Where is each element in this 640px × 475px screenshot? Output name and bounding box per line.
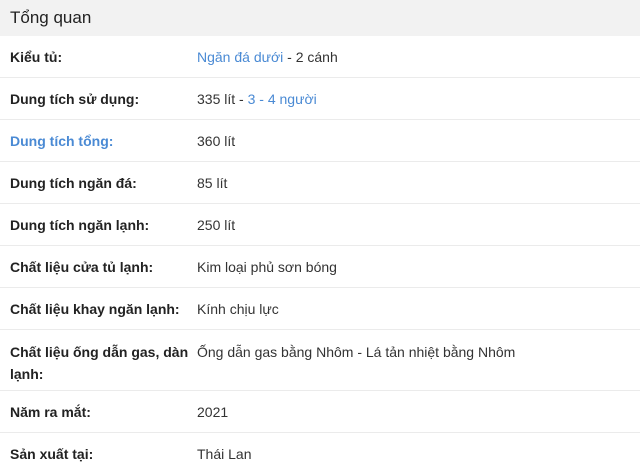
spec-value: 360 lít [197,133,236,149]
spec-label: Dung tích ngăn lạnh: [10,217,150,233]
spec-value: Kính chịu lực [197,301,279,317]
so-nguoi-link[interactable]: 3 - 4 người [248,91,317,107]
spec-label: Kiểu tủ: [10,49,63,65]
kieu-tu-link[interactable]: Ngăn đá dưới [197,49,283,65]
spec-value: Ngăn đá dưới - 2 cánh [195,36,640,77]
spec-value: 2021 [197,404,229,420]
spec-value: 250 lít [197,217,236,233]
spec-label: Dung tích ngăn đá: [10,175,137,191]
spec-label: Chất liệu khay ngăn lạnh: [10,301,180,317]
spec-value: 85 lít [197,175,228,191]
kieu-tu-rest: - 2 cánh [283,49,338,65]
spec-row-chat-lieu-ong-dan: Chất liệu ống dẫn gas, dàn lạnh: Ống dẫn… [0,330,640,391]
spec-label: Chất liệu cửa tủ lạnh: [10,259,154,275]
spec-row-nam-ra-mat: Năm ra mắt: 2021 [0,391,640,433]
dung-tich-tong-link[interactable]: Dung tích tổng: [0,120,195,161]
spec-row-dung-tich-tong: Dung tích tổng: 360 lít [0,120,640,162]
spec-value: Thái Lan [197,446,252,462]
spec-value: 335 lít - 3 - 4 người [195,78,640,119]
spec-label: Chất liệu ống dẫn gas, dàn lạnh: [10,344,189,382]
spec-value: Ống dẫn gas bằng Nhôm - Lá tản nhiệt bằn… [197,344,516,360]
spec-label: Sản xuất tại: [10,446,94,462]
spec-row-dung-tich-ngan-lanh: Dung tích ngăn lạnh: 250 lít [0,204,640,246]
spec-row-san-xuat-tai: Sản xuất tại: Thái Lan [0,433,640,475]
spec-label: Năm ra mắt: [10,404,91,420]
spec-label: Dung tích sử dụng: [10,91,140,107]
spec-row-dung-tich-su-dung: Dung tích sử dụng: 335 lít - 3 - 4 người [0,78,640,120]
spec-row-kieu-tu: Kiểu tủ: Ngăn đá dưới - 2 cánh [0,36,640,78]
spec-row-chat-lieu-khay: Chất liệu khay ngăn lạnh: Kính chịu lực [0,288,640,330]
spec-row-chat-lieu-cua: Chất liệu cửa tủ lạnh: Kim loại phủ sơn … [0,246,640,288]
spec-table: Kiểu tủ: Ngăn đá dưới - 2 cánh Dung tích… [0,36,640,475]
section-title: Tổng quan [0,0,640,36]
dung-tich-pre: 335 lít - [197,91,248,107]
spec-row-dung-tich-ngan-da: Dung tích ngăn đá: 85 lít [0,162,640,204]
spec-value: Kim loại phủ sơn bóng [197,259,337,275]
